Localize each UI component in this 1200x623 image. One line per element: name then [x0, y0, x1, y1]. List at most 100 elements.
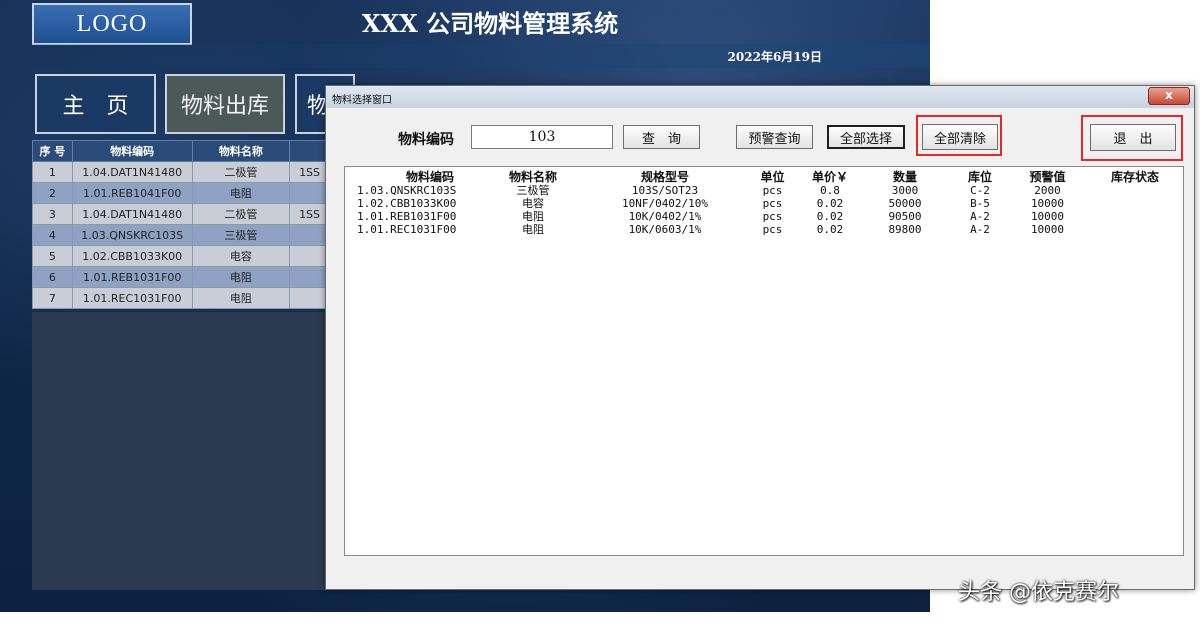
watermark: 头条 @依克赛尔	[958, 580, 1119, 605]
current-date: 2022年6月19日	[727, 50, 822, 64]
list-cell-unit: pcs	[762, 210, 783, 223]
nav-home-button[interactable]: 主 页	[35, 74, 156, 134]
table-row[interactable]: 4 1.03.QNSKRC103S 三极管	[32, 224, 330, 246]
dialog-titlebar[interactable]: 物料选择窗口 x	[326, 86, 1194, 108]
grid-cell-name: 三极管	[191, 224, 291, 246]
list-header-alert: 预警值	[1029, 170, 1066, 184]
grid-header-name: 物料名称	[191, 140, 291, 162]
grid-cell-seq: 3	[32, 203, 73, 225]
list-cell-unit: pcs	[762, 184, 783, 197]
table-row[interactable]: 5 1.02.CBB1033K00 电容	[32, 245, 330, 267]
list-cell-spec: 10K/0603/1%	[628, 223, 702, 236]
grid-cell-code: 1.01.REB1041F00	[71, 182, 193, 204]
grid-cell-code: 1.04.DAT1N41480	[71, 161, 193, 183]
material-listbox[interactable]: 物料编码 物料名称 规格型号 单位 单价￥ 数量 库位 预警值 库存状态 1.0…	[344, 166, 1184, 556]
code-input[interactable]	[471, 125, 613, 149]
list-cell-qty: 90500	[888, 210, 922, 223]
list-cell-name: 三极管	[516, 184, 550, 197]
list-cell-qty: 89800	[888, 223, 922, 236]
list-cell-alert: 10000	[1030, 223, 1065, 236]
list-cell-name: 电阻	[522, 223, 544, 236]
close-icon[interactable]: x	[1148, 87, 1190, 105]
select-all-button[interactable]: 全部选择	[827, 125, 905, 149]
list-header-spec: 规格型号	[640, 170, 689, 184]
grid-cell-spec	[289, 224, 330, 246]
table-row[interactable]: 2 1.01.REB1041F00 电阻	[32, 182, 330, 204]
grid-cell-spec	[289, 287, 330, 309]
grid-cell-spec	[289, 245, 330, 267]
system-title: XXX 公司物料管理系统	[361, 9, 619, 38]
grid-cell-spec	[289, 266, 330, 288]
list-cell-name: 电容	[522, 197, 544, 210]
code-label: 物料编码	[398, 132, 454, 148]
list-cell-code: 1.02.CBB1033K00	[357, 197, 457, 210]
table-row[interactable]: 1 1.04.DAT1N41480 二极管 1SS	[32, 161, 330, 183]
logo: LOGO	[32, 3, 192, 45]
grid-cell-code: 1.03.QNSKRC103S	[71, 224, 193, 246]
list-header-row: 物料编码 物料名称 规格型号 单位 单价￥ 数量 库位 预警值 库存状态	[345, 171, 1183, 184]
list-cell-location: A-2	[970, 223, 990, 236]
grid-cell-spec: 1SS	[289, 161, 330, 183]
list-cell-price: 0.02	[816, 223, 844, 236]
list-cell-code: 1.03.QNSKRC103S	[357, 184, 457, 197]
list-cell-qty: 3000	[891, 184, 919, 197]
grid-header-seq: 序 号	[32, 140, 73, 162]
list-cell-price: 0.02	[816, 197, 844, 210]
list-item[interactable]: 1.01.REC1031F00 电阻 10K/0603/1% pcs 0.02 …	[345, 223, 1183, 236]
list-cell-alert: 2000	[1034, 184, 1061, 197]
list-cell-location: C-2	[970, 184, 990, 197]
list-cell-location: A-2	[970, 210, 990, 223]
date-bar: 2022年6月19日	[32, 44, 930, 68]
list-cell-spec: 10NF/0402/10%	[621, 197, 709, 210]
list-cell-spec: 103S/SOT23	[631, 184, 699, 197]
list-cell-name: 电阻	[522, 210, 544, 223]
table-row[interactable]: 6 1.01.REB1031F00 电阻	[32, 266, 330, 288]
material-select-dialog: 物料选择窗口 x 物料编码 查 询 预警查询 全部选择 全部清除 退 出 物料编…	[325, 85, 1195, 590]
list-item[interactable]: 1.01.REB1031F00 电阻 10K/0402/1% pcs 0.02 …	[345, 210, 1183, 223]
grid-cell-name: 二极管	[191, 203, 291, 225]
list-item[interactable]: 1.03.QNSKRC103S 三极管 103S/SOT23 pcs 0.8 3…	[345, 184, 1183, 197]
list-cell-unit: pcs	[762, 223, 783, 236]
grid-cell-code: 1.02.CBB1033K00	[71, 245, 193, 267]
list-cell-unit: pcs	[762, 197, 783, 210]
list-cell-code: 1.01.REC1031F00	[357, 223, 457, 236]
list-cell-location: B-5	[970, 197, 990, 210]
grid-cell-name: 二极管	[191, 161, 291, 183]
list-header-qty: 数量	[892, 170, 917, 184]
exit-button[interactable]: 退 出	[1090, 124, 1176, 151]
grid-cell-seq: 4	[32, 224, 73, 246]
list-header-code: 物料编码	[405, 170, 454, 184]
grid-cell-code: 1.04.DAT1N41480	[71, 203, 193, 225]
dialog-title: 物料选择窗口	[332, 95, 392, 106]
list-header-location: 库位	[967, 170, 992, 184]
table-row[interactable]: 7 1.01.REC1031F00 电阻	[32, 287, 330, 309]
grid-cell-name: 电阻	[191, 266, 291, 288]
grid-cell-seq: 5	[32, 245, 73, 267]
grid-cell-code: 1.01.REB1031F00	[71, 266, 193, 288]
list-cell-qty: 50000	[888, 197, 922, 210]
list-cell-alert: 10000	[1030, 210, 1065, 223]
grid-cell-spec	[289, 182, 330, 204]
list-header-status: 库存状态	[1110, 170, 1159, 184]
grid-cell-code: 1.01.REC1031F00	[71, 287, 193, 309]
list-cell-spec: 10K/0402/1%	[628, 210, 702, 223]
grid-cell-name: 电阻	[191, 182, 291, 204]
list-header-name: 物料名称	[508, 170, 557, 184]
list-cell-code: 1.01.REB1031F00	[357, 210, 457, 223]
clear-all-button[interactable]: 全部清除	[922, 124, 998, 150]
grid-cell-seq: 1	[32, 161, 73, 183]
nav-outbound-button[interactable]: 物料出库	[165, 74, 285, 134]
grid-cell-spec: 1SS	[289, 203, 330, 225]
list-item[interactable]: 1.02.CBB1033K00 电容 10NF/0402/10% pcs 0.0…	[345, 197, 1183, 210]
material-grid: 序 号 物料编码 物料名称 1 1.04.DAT1N41480 二极管 1SS …	[32, 140, 330, 309]
grid-cell-seq: 7	[32, 287, 73, 309]
list-cell-price: 0.8	[820, 184, 840, 197]
grid-cell-seq: 2	[32, 182, 73, 204]
table-row[interactable]: 3 1.04.DAT1N41480 二极管 1SS	[32, 203, 330, 225]
alert-query-button[interactable]: 预警查询	[736, 125, 813, 149]
grid-header-spec	[289, 140, 330, 162]
list-cell-price: 0.02	[816, 210, 844, 223]
query-button[interactable]: 查 询	[623, 125, 700, 149]
list-header-price: 单价￥	[811, 170, 848, 184]
grid-cell-seq: 6	[32, 266, 73, 288]
